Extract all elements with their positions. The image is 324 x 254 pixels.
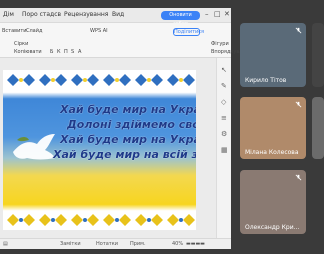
ornament-bottom bbox=[7, 214, 195, 226]
shapes-icon[interactable]: ◇ bbox=[221, 98, 226, 106]
slide-canvas[interactable]: Хай буде мир на Україні! Долоні здіймемо… bbox=[3, 70, 196, 230]
copy-button[interactable]: Копіювати bbox=[14, 49, 42, 55]
wps-ai-button[interactable]: WPS AI bbox=[90, 28, 108, 34]
ornament-top bbox=[7, 74, 195, 86]
bold-button[interactable]: Б bbox=[50, 49, 53, 55]
grid-icon[interactable]: ▦ bbox=[221, 146, 228, 154]
strike-button[interactable]: S bbox=[71, 49, 74, 55]
participant-tile-3[interactable]: Олександр Кри... bbox=[240, 170, 306, 234]
underline-button[interactable]: П bbox=[64, 49, 68, 55]
slide-line-4: Хай буде мир на всій землі! bbox=[53, 148, 196, 161]
pen-icon[interactable]: ✎ bbox=[221, 82, 227, 90]
pointer-icon[interactable]: ↖ bbox=[221, 66, 227, 74]
participant-name-2: Мілана Колесова bbox=[245, 149, 299, 156]
slide-line-3: Хай буде мир на Україні! bbox=[60, 133, 196, 146]
zoom-slider[interactable]: ▬▬▬▬ bbox=[186, 241, 205, 247]
mic-muted-icon bbox=[295, 174, 302, 181]
update-badge[interactable]: Оновити зобов bbox=[161, 11, 200, 27]
minimize-button[interactable]: – bbox=[205, 10, 209, 18]
close-button[interactable]: ✕ bbox=[224, 10, 230, 18]
presentation-app-window: Дім Поро стадсв Рецензування Вид Оновити… bbox=[0, 8, 249, 249]
ribbon-toolbar: Вставити Слайд WPS AI Поділитися Сірки К… bbox=[0, 23, 249, 58]
mic-muted-icon bbox=[295, 27, 302, 34]
participant-tile-1[interactable]: Кирило Тітов bbox=[240, 23, 306, 87]
notes-button[interactable]: Замітки bbox=[60, 241, 81, 247]
italic-button[interactable]: К bbox=[57, 49, 61, 55]
participant-name-3: Олександр Кри... bbox=[245, 224, 300, 231]
menu-review[interactable]: Рецензування bbox=[64, 11, 108, 18]
participant-name-1: Кирило Тітов bbox=[245, 77, 287, 84]
status-icon: ▤ bbox=[3, 241, 8, 247]
shapes-button[interactable]: Фігури bbox=[211, 41, 229, 47]
slides-button[interactable]: Слайд bbox=[26, 28, 42, 34]
slide-line-1: Хай буде мир на Україні! bbox=[60, 103, 196, 116]
layers-icon[interactable]: ≡ bbox=[221, 114, 227, 122]
slide-line-2: Долоні здіймемо свої! bbox=[67, 118, 196, 131]
dove-icon bbox=[13, 134, 55, 160]
zoom-level[interactable]: 40% bbox=[172, 241, 183, 247]
participant-tile-partial-1[interactable] bbox=[312, 23, 324, 87]
font-color-button[interactable]: A bbox=[78, 49, 81, 55]
annotations-button[interactable]: Нотатки bbox=[96, 241, 118, 247]
participant-tile-partial-2[interactable] bbox=[312, 97, 324, 159]
menu-home[interactable]: Дім bbox=[3, 11, 14, 18]
menu-view[interactable]: Вид bbox=[112, 11, 124, 18]
comments-button[interactable]: Прим. bbox=[130, 241, 146, 247]
maximize-button[interactable]: □ bbox=[214, 10, 221, 18]
status-bar: ▤ Замітки Нотатки Прим. 40% ▬▬▬▬ bbox=[0, 238, 231, 249]
settings-icon[interactable]: ⚙ bbox=[221, 130, 227, 138]
slide-workspace: Хай буде мир на Україні! Долоні здіймемо… bbox=[0, 58, 216, 238]
menu-animation[interactable]: Поро стадсв bbox=[22, 11, 61, 18]
cut-button[interactable]: Сірки bbox=[14, 41, 28, 47]
share-button[interactable]: Поділитися bbox=[173, 28, 204, 36]
mic-muted-icon bbox=[295, 101, 302, 108]
right-tool-panel: ↖ ✎ ◇ ≡ ⚙ ▦ bbox=[216, 58, 231, 238]
participant-tile-2[interactable]: Мілана Колесова bbox=[240, 97, 306, 159]
paste-button[interactable]: Вставити bbox=[2, 28, 27, 34]
menu-bar: Дім Поро стадсв Рецензування Вид Оновити… bbox=[0, 8, 231, 27]
